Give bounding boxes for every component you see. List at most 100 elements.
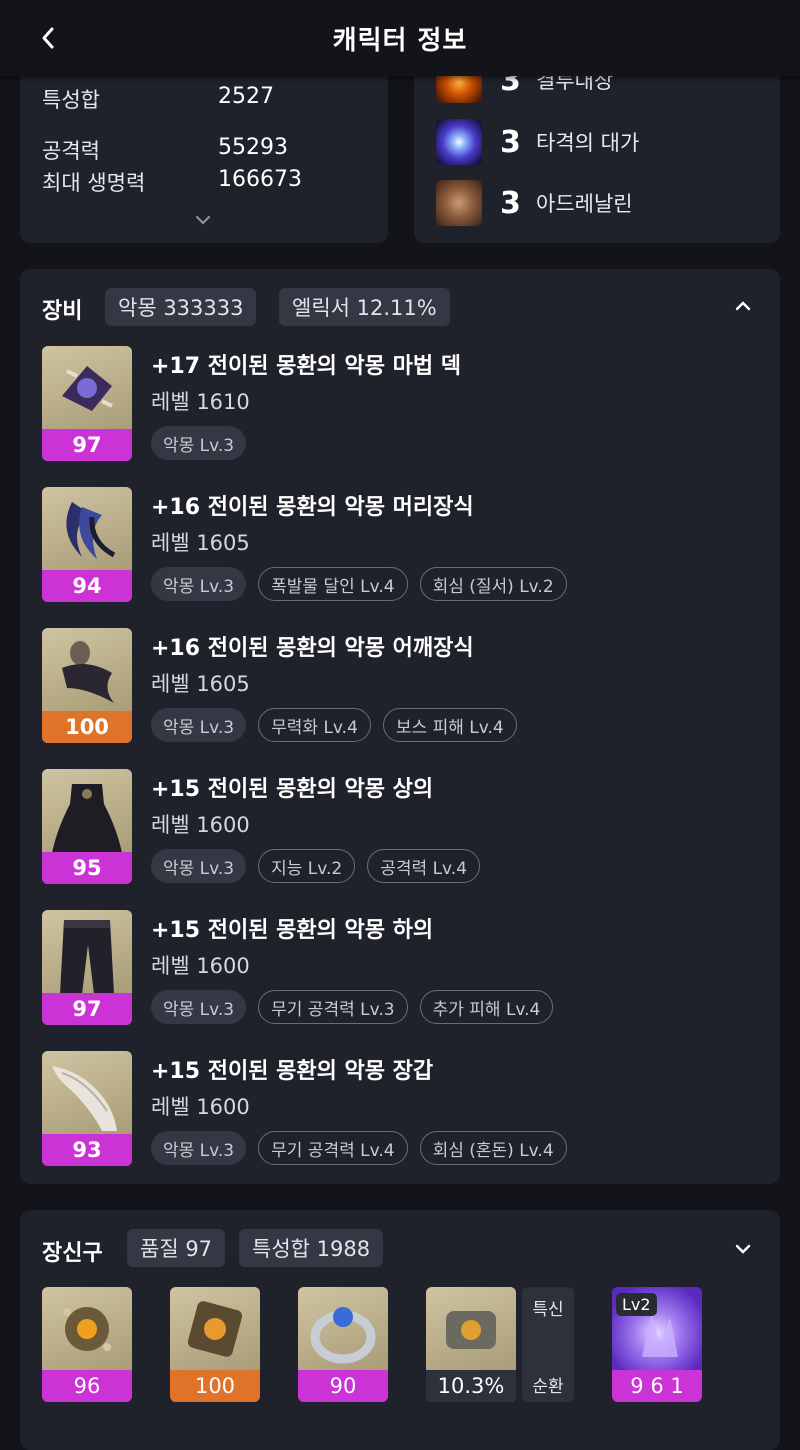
item-name: +17 전이된 몽환의 악몽 마법 덱 — [151, 354, 461, 379]
item-level: 레벨 1610 — [151, 390, 250, 414]
set-tag: 악몽 Lv.3 — [151, 1131, 247, 1165]
trait-sum-badge: 특성합 1988 — [239, 1229, 384, 1267]
stone-stat-bottom: 순환 — [532, 1377, 564, 1397]
effect-tag: 무기 공격력 Lv.4 — [258, 1131, 408, 1165]
effect-tag: 무기 공격력 Lv.3 — [258, 990, 408, 1024]
gem-values: 9 6 1 — [612, 1370, 702, 1402]
chest-armor-icon — [42, 769, 132, 853]
ring-icon — [298, 1287, 388, 1371]
expand-accessories-button[interactable] — [732, 1238, 756, 1262]
section-title: 장신구 — [42, 1241, 103, 1266]
effect-tag: 회심 (혼돈) Lv.4 — [419, 1131, 567, 1165]
gem-level-badge: Lv2 — [616, 1293, 657, 1316]
gem-item[interactable]: Lv2 9 6 1 — [612, 1287, 702, 1402]
quality-badge: 90 — [298, 1370, 388, 1402]
pants-icon — [42, 910, 132, 994]
item-thumbnail: 93 — [42, 1051, 132, 1166]
effect-tag: 회심 (질서) Lv.2 — [419, 567, 567, 601]
item-level: 레벨 1605 — [151, 531, 250, 555]
engraving-row[interactable]: 3 타격의 대가 — [436, 117, 639, 167]
trait-sum-label: 특성합 — [42, 88, 100, 112]
effect-tag: 무력화 Lv.4 — [258, 708, 371, 742]
gloves-icon — [42, 1051, 132, 1135]
section-title: 장비 — [42, 299, 83, 324]
accessory-item[interactable]: 96 — [42, 1287, 132, 1402]
effect-tag: 보스 피해 Lv.4 — [382, 708, 517, 742]
chevron-left-icon — [42, 27, 54, 49]
quality-badge: 96 — [42, 1370, 132, 1402]
item-level: 레벨 1605 — [151, 672, 250, 696]
engraving-row[interactable]: 3 아드레날린 — [436, 178, 633, 228]
expand-stats-button[interactable] — [192, 212, 216, 232]
set-tag: 악몽 Lv.3 — [151, 990, 247, 1024]
item-name: +16 전이된 몽환의 악몽 머리장식 — [151, 495, 474, 520]
equipment-item[interactable]: 97 +17 전이된 몽환의 악몽 마법 덱 레벨 1610 악몽 Lv.3 — [42, 346, 780, 464]
item-name: +16 전이된 몽환의 악몽 어깨장식 — [151, 636, 474, 661]
equipment-item[interactable]: 95 +15 전이된 몽환의 악몽 상의 레벨 1600 악몽 Lv.3 지능 … — [42, 769, 780, 887]
equipment-item[interactable]: 100 +16 전이된 몽환의 악몽 어깨장식 레벨 1605 악몽 Lv.3 … — [42, 628, 780, 746]
item-thumbnail: 97 — [42, 346, 132, 461]
lightning-icon — [436, 119, 482, 165]
equipment-card: 장비 악몽 333333 엘릭서 12.11% 97 +17 전이된 몽환의 악… — [20, 269, 780, 1184]
nightmare-set-badge: 악몽 333333 — [105, 288, 257, 326]
set-tag: 악몽 Lv.3 — [151, 849, 247, 883]
quality-badge: 94 — [42, 570, 132, 602]
quality-summary-badge: 품질 97 — [127, 1229, 226, 1267]
quality-badge: 100 — [170, 1370, 260, 1402]
accessory-item[interactable]: 100 — [170, 1287, 260, 1402]
engraving-level: 3 — [500, 185, 521, 221]
item-name: +15 전이된 몽환의 악몽 하의 — [151, 918, 434, 943]
item-name: +15 전이된 몽환의 악몽 상의 — [151, 777, 434, 802]
quality-badge: 100 — [42, 711, 132, 743]
chevron-down-icon — [735, 1244, 751, 1254]
attack-label: 공격력 — [42, 139, 100, 163]
top-bar: 캐릭터 정보 — [0, 0, 800, 76]
effect-tag: 공격력 Lv.4 — [367, 849, 481, 883]
quality-badge: 95 — [42, 852, 132, 884]
set-tag: 악몽 Lv.3 — [151, 567, 247, 601]
bracelet-icon — [426, 1287, 516, 1371]
item-thumbnail: 100 — [42, 628, 132, 743]
effect-tag: 추가 피해 Lv.4 — [419, 990, 554, 1024]
collapse-equipment-button[interactable] — [732, 295, 756, 319]
ability-stone-stats: 특신 순환 — [522, 1287, 574, 1402]
runner-icon — [436, 180, 482, 226]
chevron-up-icon — [735, 301, 751, 311]
magic-deck-icon — [42, 346, 132, 430]
max-hp-value: 166673 — [218, 167, 302, 192]
equipment-item[interactable]: 94 +16 전이된 몽환의 악몽 머리장식 레벨 1605 악몽 Lv.3 폭… — [42, 487, 780, 605]
engraving-name: 타격의 대가 — [536, 131, 640, 155]
effect-tag: 지능 Lv.2 — [258, 849, 356, 883]
back-button[interactable] — [30, 20, 66, 56]
attack-value: 55293 — [218, 135, 288, 160]
accessory-item[interactable]: 10.3% — [426, 1287, 516, 1402]
page-title: 캐릭터 정보 — [332, 25, 468, 56]
quality-badge: 10.3% — [426, 1370, 516, 1402]
item-name: +15 전이된 몽환의 악몽 장갑 — [151, 1059, 434, 1084]
shoulder-icon — [42, 628, 132, 712]
item-thumbnail: 94 — [42, 487, 132, 602]
accessory-item[interactable]: 90 — [298, 1287, 388, 1402]
engraving-name: 아드레날린 — [536, 192, 633, 216]
necklace-icon — [42, 1287, 132, 1371]
chevron-down-icon — [195, 215, 211, 225]
item-level: 레벨 1600 — [151, 813, 250, 837]
engraving-level: 3 — [500, 124, 521, 160]
max-hp-label: 최대 생명력 — [42, 171, 146, 195]
quality-badge: 97 — [42, 429, 132, 461]
stone-stat-top: 특신 — [532, 1300, 564, 1320]
set-tag: 악몽 Lv.3 — [151, 708, 247, 742]
effect-tag: 폭발물 달인 Lv.4 — [258, 567, 408, 601]
quality-badge: 97 — [42, 993, 132, 1025]
headgear-icon — [42, 487, 132, 571]
item-thumbnail: 97 — [42, 910, 132, 1025]
set-tag: 악몽 Lv.3 — [151, 426, 247, 460]
trait-sum-value: 2527 — [218, 84, 274, 109]
equipment-item[interactable]: 97 +15 전이된 몽환의 악몽 하의 레벨 1600 악몽 Lv.3 무기 … — [42, 910, 780, 1028]
item-thumbnail: 95 — [42, 769, 132, 884]
item-level: 레벨 1600 — [151, 1095, 250, 1119]
earring-icon — [170, 1287, 260, 1371]
elixir-badge: 엘릭서 12.11% — [279, 288, 450, 326]
equipment-item[interactable]: 93 +15 전이된 몽환의 악몽 장갑 레벨 1600 악몽 Lv.3 무기 … — [42, 1051, 780, 1169]
item-level: 레벨 1600 — [151, 954, 250, 978]
